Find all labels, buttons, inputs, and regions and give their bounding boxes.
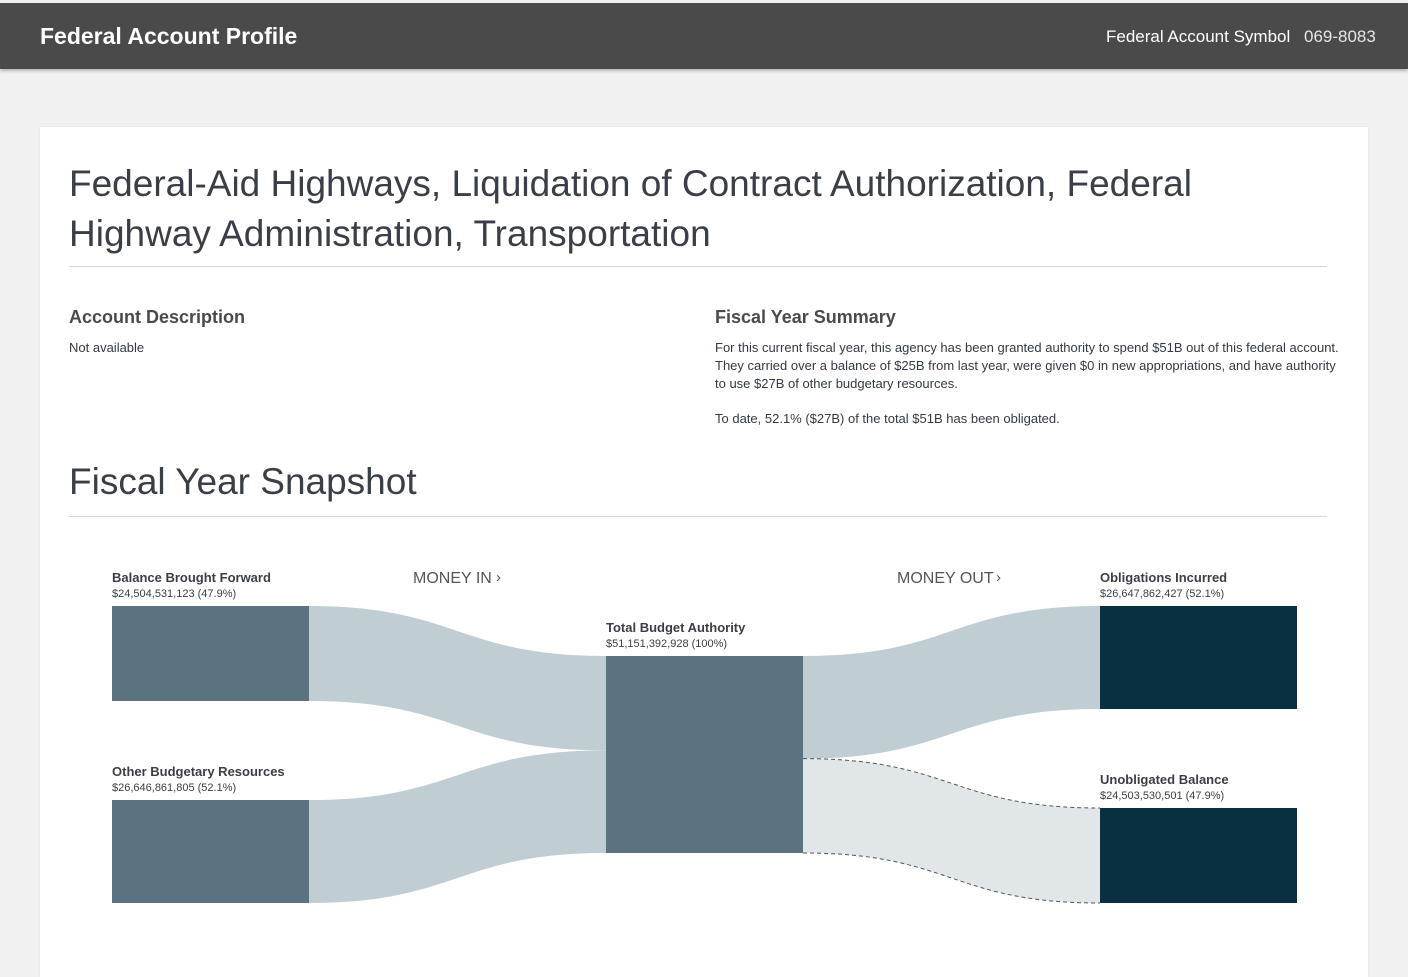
- sankey-link-tba-unob: [803, 758, 1100, 903]
- sankey-node-value-bbf: $24,504,531,123 (47.9%): [112, 588, 236, 600]
- money-out-arrow-icon: ›: [996, 569, 1001, 586]
- sankey-node-bbf: [112, 606, 309, 701]
- sankey-node-value-obr: $26,646,861,805 (52.1%): [112, 782, 236, 794]
- sankey-link-obr-tba: [309, 750, 606, 903]
- sankey-node-value-unob: $24,503,530,501 (47.9%): [1100, 790, 1224, 802]
- sankey-node-label-obr: Other Budgetary Resources: [112, 764, 285, 779]
- sankey-nodes: [112, 606, 1297, 903]
- budget-sankey-chart: MONEY IN › MONEY OUT › Balance Brought F…: [112, 569, 1297, 904]
- money-in-arrow-icon: ›: [496, 569, 501, 586]
- sankey-node-obr: [112, 800, 309, 903]
- sankey-node-value-tba: $51,151,392,928 (100%): [606, 638, 727, 650]
- sankey-node-value-obl: $26,647,862,427 (52.1%): [1100, 588, 1224, 600]
- sankey-link-tba-obl: [803, 606, 1100, 759]
- sankey-node-obl: [1100, 606, 1297, 709]
- sankey-node-label-unob: Unobligated Balance: [1100, 772, 1229, 787]
- sankey-link-bbf-tba: [309, 606, 606, 751]
- sankey-node-unob: [1100, 808, 1297, 903]
- sankey-node-label-bbf: Balance Brought Forward: [112, 570, 271, 585]
- sankey-node-label-obl: Obligations Incurred: [1100, 570, 1227, 585]
- sankey-node-tba: [606, 656, 803, 853]
- sankey-node-label-tba: Total Budget Authority: [606, 620, 746, 635]
- money-out-label: MONEY OUT: [897, 570, 994, 587]
- money-in-label: MONEY IN: [413, 570, 492, 587]
